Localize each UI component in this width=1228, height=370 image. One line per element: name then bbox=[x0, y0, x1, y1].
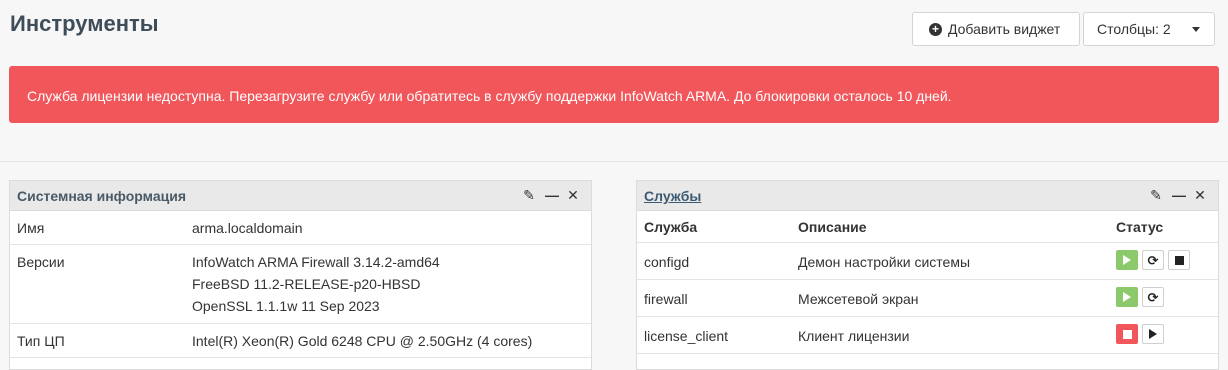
widget-title: Системная информация bbox=[17, 188, 187, 204]
service-name: license_client bbox=[644, 328, 729, 344]
service-description: Клиент лицензии bbox=[798, 328, 910, 344]
reload-icon[interactable]: ⟳ bbox=[1142, 287, 1164, 307]
license-alert: Служба лицензии недоступна. Перезагрузит… bbox=[9, 66, 1219, 123]
table-row: firewall Межсетевой экран ⟳ bbox=[637, 280, 1218, 317]
stop-icon[interactable] bbox=[1168, 250, 1190, 270]
service-description: Межсетевой экран bbox=[798, 291, 919, 307]
chevron-down-icon bbox=[1192, 27, 1200, 32]
play-icon[interactable] bbox=[1116, 250, 1138, 270]
plus-circle-icon: + bbox=[929, 22, 942, 36]
table-header: Служба Описание Статус bbox=[637, 211, 1218, 243]
alert-text: Служба лицензии недоступна. Перезагрузит… bbox=[27, 88, 952, 104]
table-row: configd Демон настройки системы ⟳ bbox=[637, 243, 1218, 280]
service-name: configd bbox=[644, 254, 690, 270]
row-value: Intel(R) Xeon(R) Gold 6248 CPU @ 2.50GHz… bbox=[192, 333, 533, 349]
reload-icon[interactable]: ⟳ bbox=[1142, 250, 1164, 270]
system-info-widget: Системная информация ✎ — ✕ Имя arma.loca… bbox=[9, 180, 592, 370]
minimize-icon[interactable]: — bbox=[1172, 187, 1186, 204]
column-header: Описание bbox=[798, 219, 867, 235]
column-header: Служба bbox=[644, 219, 698, 235]
minimize-icon[interactable]: — bbox=[545, 187, 559, 204]
stop-icon[interactable] bbox=[1116, 324, 1138, 344]
columns-label: Столбцы: 2 bbox=[1097, 21, 1171, 37]
widget-header: Системная информация ✎ — ✕ bbox=[10, 181, 591, 211]
divider bbox=[0, 161, 1228, 162]
pencil-icon[interactable]: ✎ bbox=[523, 187, 535, 204]
table-row: license_client Клиент лицензии bbox=[637, 317, 1218, 354]
row-key: Тип ЦП bbox=[17, 333, 65, 349]
service-name: firewall bbox=[644, 291, 688, 307]
widget-header: Службы ✎ — ✕ bbox=[637, 181, 1218, 211]
column-header: Статус bbox=[1116, 219, 1164, 235]
table-row: Имя arma.localdomain bbox=[10, 211, 591, 245]
row-value: OpenSSL 1.1.1w 11 Sep 2023 bbox=[192, 298, 380, 314]
play-icon[interactable] bbox=[1116, 287, 1138, 307]
row-value: InfoWatch ARMA Firewall 3.14.2-amd64 bbox=[192, 254, 440, 270]
row-value: FreeBSD 11.2-RELEASE-p20-HBSD bbox=[192, 276, 421, 292]
play-icon[interactable] bbox=[1142, 324, 1164, 344]
add-widget-button[interactable]: + Добавить виджет bbox=[912, 12, 1080, 46]
table-row: Версии InfoWatch ARMA Firewall 3.14.2-am… bbox=[10, 245, 591, 324]
close-icon[interactable]: ✕ bbox=[567, 187, 579, 204]
services-widget: Службы ✎ — ✕ Служба Описание Статус conf… bbox=[636, 180, 1219, 370]
pencil-icon[interactable]: ✎ bbox=[1150, 187, 1162, 204]
widget-title-link[interactable]: Службы bbox=[644, 188, 701, 204]
close-icon[interactable]: ✕ bbox=[1194, 187, 1206, 204]
add-widget-label: Добавить виджет bbox=[948, 21, 1061, 37]
page-title: Инструменты bbox=[10, 11, 159, 36]
row-key: Имя bbox=[17, 220, 45, 236]
service-description: Демон настройки системы bbox=[798, 254, 971, 270]
table-row: Тип ЦП Intel(R) Xeon(R) Gold 6248 CPU @ … bbox=[10, 324, 591, 358]
row-value: arma.localdomain bbox=[192, 220, 303, 236]
columns-dropdown[interactable]: Столбцы: 2 bbox=[1083, 12, 1215, 46]
row-key: Версии bbox=[17, 254, 65, 270]
